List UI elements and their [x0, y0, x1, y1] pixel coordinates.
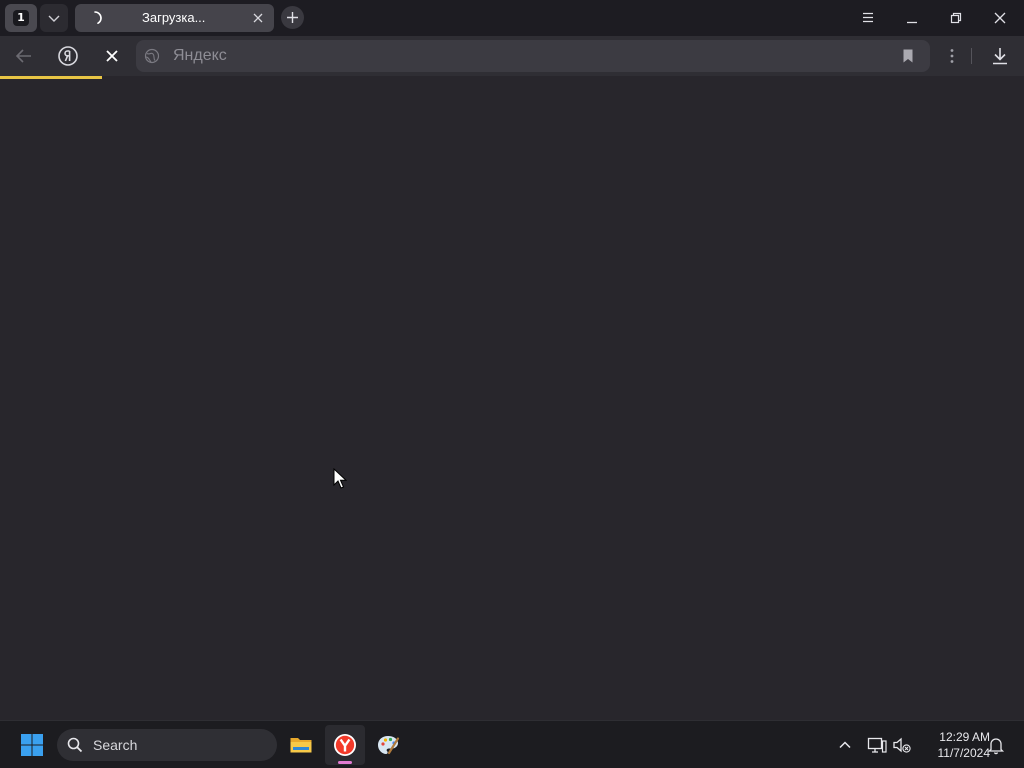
tab-list-button[interactable]	[40, 4, 68, 32]
arrow-left-icon	[15, 49, 31, 63]
new-tab-button[interactable]	[281, 6, 304, 29]
windows-taskbar: Search 12:29 AM 11/7/2024	[0, 720, 1024, 768]
tab-active[interactable]: Загрузка...	[75, 4, 274, 32]
restore-icon	[950, 12, 962, 24]
search-icon	[67, 737, 83, 753]
show-hidden-icons-button[interactable]	[833, 733, 857, 757]
minimize-icon	[907, 21, 917, 24]
tab-close-icon[interactable]	[250, 10, 266, 26]
folder-icon	[290, 738, 312, 753]
bell-icon	[987, 738, 1005, 755]
toolbar-divider	[971, 48, 972, 64]
stop-loading-icon	[106, 50, 118, 62]
windows-logo-icon	[21, 734, 43, 756]
taskbar-app-yandex-browser[interactable]	[325, 725, 365, 765]
taskbar-app-file-explorer[interactable]	[281, 725, 321, 765]
yandex-logo-icon	[58, 46, 78, 66]
downloads-button[interactable]	[988, 44, 1012, 68]
network-display-icon	[867, 737, 887, 753]
volume-button[interactable]	[890, 733, 914, 757]
plus-icon	[287, 12, 298, 23]
clock-date: 11/7/2024	[937, 746, 991, 760]
taskbar-clock[interactable]: 12:29 AM 11/7/2024	[918, 729, 991, 761]
chevron-down-icon	[48, 15, 60, 22]
vertical-dots-icon	[950, 49, 954, 63]
browser-toolbar: Яндекс	[0, 36, 1024, 76]
minimize-button[interactable]	[900, 6, 924, 30]
active-app-indicator	[338, 761, 352, 764]
taskbar-search-box[interactable]: Search	[57, 729, 277, 761]
close-window-button[interactable]	[988, 6, 1012, 30]
loading-spinner-icon	[94, 11, 102, 24]
back-button[interactable]	[12, 44, 36, 68]
tab-title: Загрузка...	[142, 10, 206, 25]
more-options-button[interactable]	[940, 44, 964, 68]
download-icon	[993, 48, 1007, 65]
browser-titlebar: 1 Загрузка...	[0, 0, 1024, 36]
clock-time: 12:29 AM	[939, 730, 990, 744]
tab-counter-button[interactable]: 1	[5, 4, 37, 32]
mouse-cursor-icon	[333, 468, 347, 489]
notifications-button[interactable]	[984, 733, 1008, 757]
close-icon	[994, 12, 1006, 24]
chevron-up-icon	[839, 741, 851, 749]
browser-menu-button[interactable]	[856, 6, 880, 30]
speaker-muted-icon	[893, 737, 911, 753]
paint-palette-icon	[378, 736, 400, 755]
yandex-home-button[interactable]	[56, 44, 80, 68]
address-bar[interactable]: Яндекс	[136, 40, 930, 72]
address-bar-text: Яндекс	[173, 47, 227, 64]
stop-loading-button[interactable]	[100, 44, 124, 68]
hamburger-menu-icon	[863, 12, 873, 23]
start-button[interactable]	[20, 733, 44, 757]
restore-button[interactable]	[944, 6, 968, 30]
search-label: Search	[93, 737, 138, 753]
network-status-button[interactable]	[865, 733, 889, 757]
bookmark-icon[interactable]	[900, 48, 916, 64]
yandex-browser-icon	[334, 734, 356, 756]
tab-count-badge: 1	[13, 10, 29, 26]
taskbar-app-paint[interactable]	[368, 725, 408, 765]
globe-icon	[144, 48, 160, 64]
page-content-area[interactable]	[0, 79, 1024, 720]
